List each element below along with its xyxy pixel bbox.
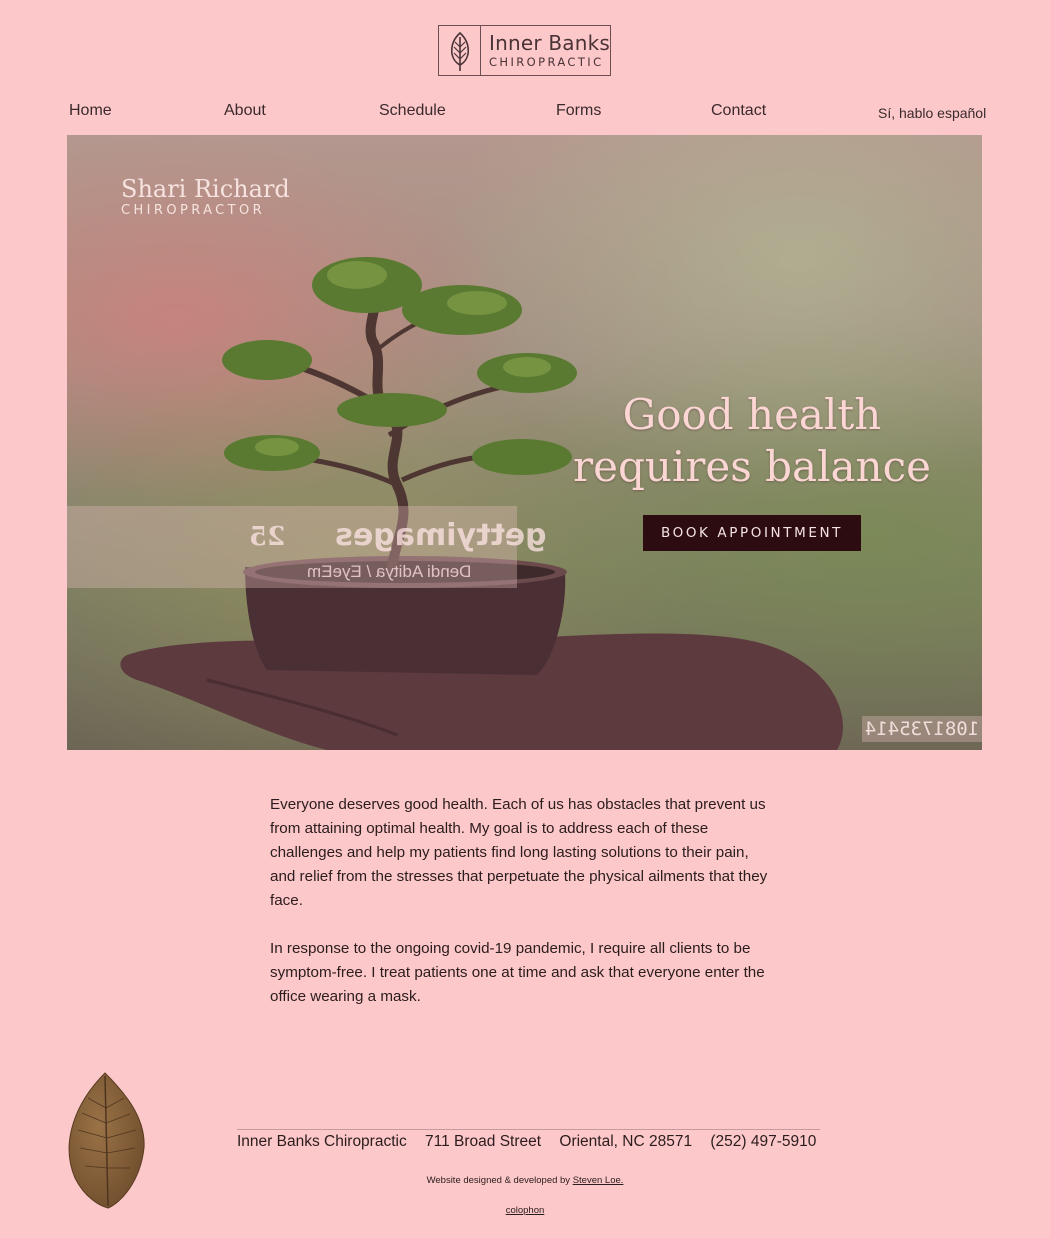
hero-headline: Good health requires balance — [572, 389, 932, 493]
doctor-title: CHIROPRACTOR — [121, 203, 266, 218]
colophon-link[interactable]: colophon — [506, 1205, 545, 1216]
nav-about[interactable]: About — [224, 102, 266, 120]
footer-business-name: Inner Banks Chiropractic — [237, 1133, 407, 1150]
watermark-credit: Dendi Aditya / EyeEm — [307, 562, 472, 581]
watermark-text: gettyimages — [335, 518, 547, 553]
logo-name: Inner Banks — [489, 30, 610, 55]
leaf-decoration — [60, 1068, 150, 1218]
nav-schedule[interactable]: Schedule — [379, 102, 446, 120]
headline-line-1: Good health — [622, 390, 882, 439]
site-credit: Website designed & developed by Steven L… — [0, 1175, 1050, 1186]
hero-banner: Shari Richard CHIROPRACTOR 25 gettyimage… — [67, 135, 982, 750]
intro-paragraph-1: Everyone deserves good health. Each of u… — [270, 796, 768, 909]
nav-home[interactable]: Home — [69, 102, 112, 120]
nav-forms[interactable]: Forms — [556, 102, 601, 120]
credit-link[interactable]: Steven Loe. — [573, 1175, 624, 1186]
intro-paragraph-2: In response to the ongoing covid-19 pand… — [270, 940, 765, 1005]
nav-contact[interactable]: Contact — [711, 102, 766, 120]
nav-spanish[interactable]: Sí, hablo español — [878, 105, 986, 121]
doctor-name: Shari Richard — [121, 175, 290, 203]
watermark-years: 25 — [249, 522, 286, 552]
footer-street: 711 Broad Street — [425, 1133, 542, 1150]
credit-prefix: Website designed & developed by — [426, 1175, 571, 1186]
getty-watermark: 25 gettyimages Dendi Aditya / EyeEm — [67, 506, 547, 588]
intro-content: Everyone deserves good health. Each of u… — [270, 793, 775, 1033]
colophon: colophon — [0, 1205, 1050, 1216]
footer-contact: Inner Banks Chiropractic 711 Broad Stree… — [237, 1133, 816, 1151]
headline-line-2: requires balance — [573, 442, 931, 491]
leaf-icon — [439, 26, 481, 75]
footer-divider — [237, 1129, 820, 1130]
footer-phone[interactable]: (252) 497-5910 — [710, 1133, 816, 1150]
image-id-label: 1081735414 — [862, 716, 982, 742]
book-appointment-button[interactable]: BOOK APPOINTMENT — [643, 515, 861, 551]
site-logo[interactable]: Inner Banks CHIROPRACTIC — [438, 25, 611, 76]
footer-city: Oriental, NC 28571 — [559, 1133, 693, 1150]
logo-subtitle: CHIROPRACTIC — [489, 54, 604, 69]
